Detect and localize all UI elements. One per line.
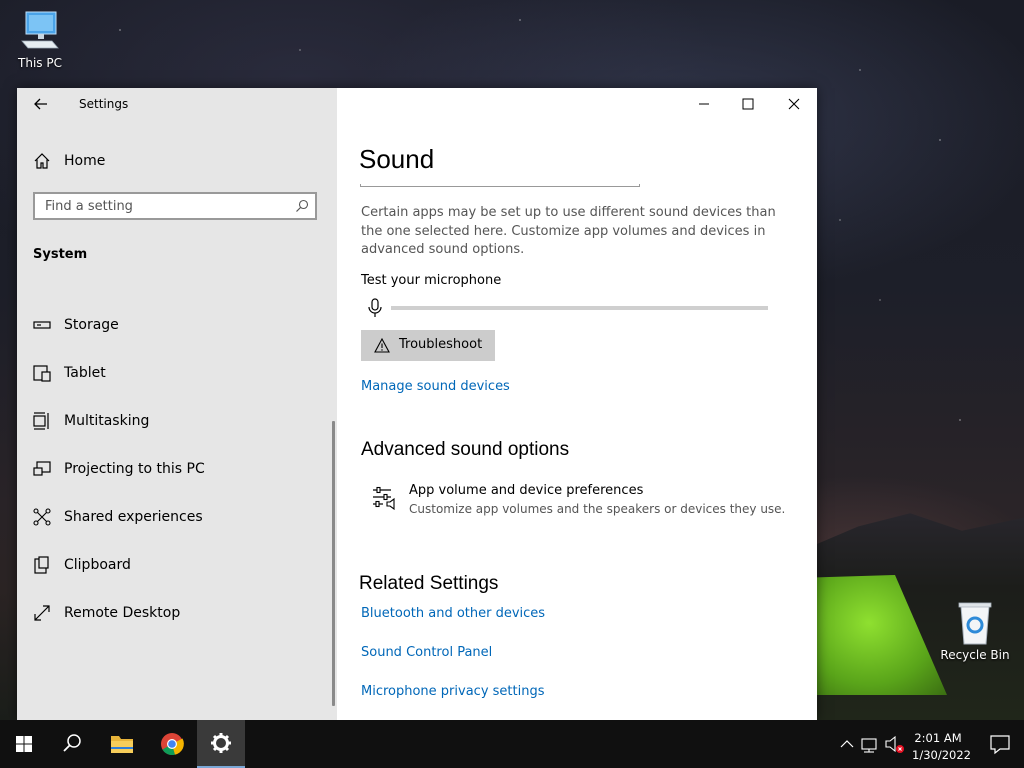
taskbar-search-button[interactable] [48,720,96,768]
taskbar-settings[interactable] [197,720,245,768]
title-underline [360,184,640,187]
tray-network[interactable] [858,720,882,768]
app-volume-subtitle: Customize app volumes and the speakers o… [409,502,786,516]
app-volume-icon [373,486,395,510]
sidebar-item-multitasking[interactable]: Multitasking [17,401,332,441]
warning-icon [374,338,390,353]
sidebar-item-label: Multitasking [64,413,150,429]
section-heading-system: System [33,247,88,262]
related-link-microphone-privacy[interactable]: Microphone privacy settings [361,684,545,699]
desktop-icon-label: This PC [18,56,62,70]
tray-clock[interactable]: 2:01 AM 1/30/2022 [912,730,971,764]
storage-icon [33,321,51,329]
chrome-icon [161,733,184,756]
shared-experiences-icon [33,508,51,526]
sidebar-item-label: Tablet [64,365,106,381]
multitasking-icon [33,412,49,430]
sidebar-item-clipboard[interactable]: Clipboard [17,545,332,585]
taskbar-chrome[interactable] [148,720,196,768]
search-input[interactable] [45,197,285,215]
tablet-icon [33,365,51,382]
sidebar-scrollbar[interactable] [332,421,335,706]
sidebar-item-label: Home [64,153,106,169]
clipboard-icon [34,556,49,574]
windows-logo-icon [16,736,32,752]
related-link-sound-control-panel[interactable]: Sound Control Panel [361,645,492,660]
sidebar-item-tablet[interactable]: Tablet [17,353,332,393]
network-icon [861,738,877,753]
sidebar-item-label: Remote Desktop [64,605,181,621]
clock-time: 2:01 AM [914,731,962,745]
desktop-icon-recycle-bin[interactable]: Recycle Bin [935,600,1015,662]
sidebar-item-remote-desktop[interactable]: Remote Desktop [17,593,332,633]
tray-volume[interactable] [882,720,908,768]
desktop-icon-this-pc[interactable]: This PC [0,8,80,70]
mic-test-label: Test your microphone [361,273,502,288]
folder-icon [111,736,133,753]
action-center-button[interactable] [976,720,1024,768]
window-title: Settings [79,97,129,111]
sidebar-item-shared-experiences[interactable]: Shared experiences [17,497,332,537]
manage-sound-devices-link[interactable]: Manage sound devices [361,379,510,394]
clock-date: 1/30/2022 [912,748,971,762]
search-icon[interactable] [295,199,309,213]
start-button[interactable] [0,720,48,768]
computer-icon [21,11,59,49]
tray-overflow-button[interactable] [836,720,858,768]
gear-icon [211,733,231,753]
sidebar-item-label: Clipboard [64,557,131,573]
sidebar-item-projecting[interactable]: Projecting to this PC [17,449,332,489]
taskbar: 2:01 AM 1/30/2022 [0,720,1024,768]
content-pane: Sound Certain apps may be set up to use … [337,88,817,720]
related-settings-heading: Related Settings [359,573,499,594]
back-button[interactable] [29,94,53,114]
app-volume-title[interactable]: App volume and device preferences [409,483,643,498]
sidebar-item-storage[interactable]: Storage [17,305,332,345]
troubleshoot-button[interactable]: Troubleshoot [361,330,495,361]
titlebar-left: Settings [17,88,337,120]
notification-icon [990,735,1010,755]
microphone-icon [368,298,382,317]
projecting-icon [33,461,51,476]
troubleshoot-label: Troubleshoot [399,337,483,352]
sidebar: Settings Home System Storage [17,88,337,720]
back-arrow-icon [34,98,47,110]
sidebar-item-home[interactable]: Home [17,146,337,176]
sidebar-item-label: Projecting to this PC [64,461,205,477]
search-box [33,192,317,220]
search-icon [63,734,81,752]
remote-desktop-icon [34,605,50,621]
sidebar-item-label: Storage [64,317,119,333]
chevron-up-icon [840,740,854,748]
sidebar-item-label: Shared experiences [64,509,203,525]
recycle-bin-icon [958,602,992,645]
page-title: Sound [359,144,435,174]
related-link-bluetooth[interactable]: Bluetooth and other devices [361,606,545,621]
taskbar-file-explorer[interactable] [98,720,146,768]
settings-window: Settings Home System Storage [17,88,817,720]
advanced-sound-heading: Advanced sound options [361,439,570,460]
volume-muted-icon [885,735,904,753]
description-text: Certain apps may be set up to use differ… [361,205,776,257]
home-icon [34,153,50,169]
desktop-icon-label: Recycle Bin [940,648,1010,662]
mic-level-bar [391,306,768,310]
